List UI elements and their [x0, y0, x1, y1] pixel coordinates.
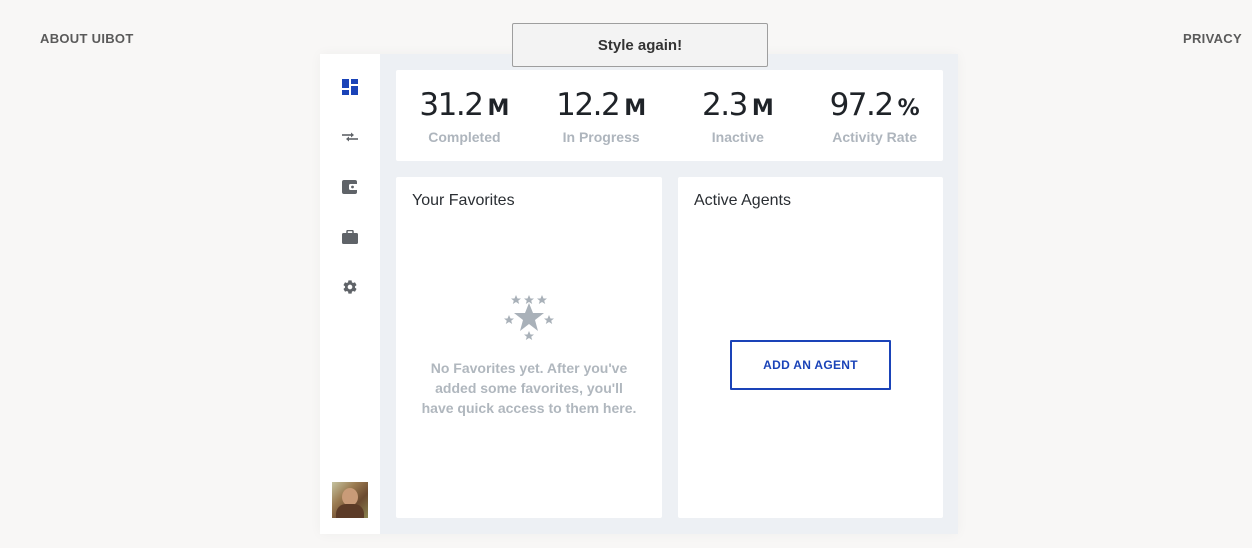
stat-label: Activity Rate	[832, 129, 918, 145]
stat-unit: M	[624, 96, 647, 121]
favorites-panel: Your Favorites No Favorites yet. After y…	[396, 177, 662, 518]
style-again-button[interactable]: Style again!	[512, 23, 768, 67]
stat-unit: %	[897, 96, 920, 121]
stat-inactive: 2.3 M Inactive	[670, 70, 807, 161]
sidebar-item-portfolio[interactable]	[340, 227, 360, 247]
active-agents-panel: Active Agents ADD AN AGENT	[678, 177, 943, 518]
sidebar	[320, 54, 380, 534]
add-agent-button[interactable]: ADD AN AGENT	[730, 340, 891, 390]
gear-icon	[343, 280, 357, 294]
stat-in-progress: 12.2 M In Progress	[533, 70, 670, 161]
stat-completed: 31.2 M Completed	[396, 70, 533, 161]
sidebar-item-dashboard[interactable]	[340, 77, 360, 97]
about-link[interactable]: ABOUT UIBOT	[40, 31, 134, 46]
stat-label: In Progress	[562, 129, 640, 145]
transfer-icon	[342, 132, 358, 142]
stat-label: Completed	[428, 129, 501, 145]
stat-value: 31.2 M	[419, 87, 510, 123]
stars-icon	[504, 295, 554, 340]
stat-activity-rate: 97.2% Activity Rate	[806, 70, 943, 161]
user-avatar[interactable]	[332, 482, 368, 518]
stat-unit: M	[751, 96, 774, 121]
sidebar-item-transfers[interactable]	[340, 127, 360, 147]
sidebar-item-wallet[interactable]	[340, 177, 360, 197]
favorites-title: Your Favorites	[412, 192, 515, 209]
wallet-icon	[342, 180, 358, 194]
stat-value: 97.2%	[829, 87, 920, 123]
stat-value: 12.2 M	[556, 87, 647, 123]
dashboard-icon	[342, 79, 358, 95]
stat-label: Inactive	[711, 129, 764, 145]
briefcase-icon	[342, 230, 358, 244]
sidebar-item-settings[interactable]	[340, 277, 360, 297]
favorites-empty-message: No Favorites yet. After you've added som…	[421, 360, 637, 416]
stat-value: 2.3 M	[702, 87, 774, 123]
privacy-link[interactable]: PRIVACY	[1183, 31, 1242, 46]
stats-summary: 31.2 M Completed 12.2 M In Progress 2.3 M I…	[396, 70, 943, 161]
dashboard-app: 31.2 M Completed 12.2 M In Progress 2.3 M I…	[320, 54, 958, 534]
active-agents-title: Active Agents	[694, 192, 791, 209]
stat-unit: M	[487, 96, 510, 121]
